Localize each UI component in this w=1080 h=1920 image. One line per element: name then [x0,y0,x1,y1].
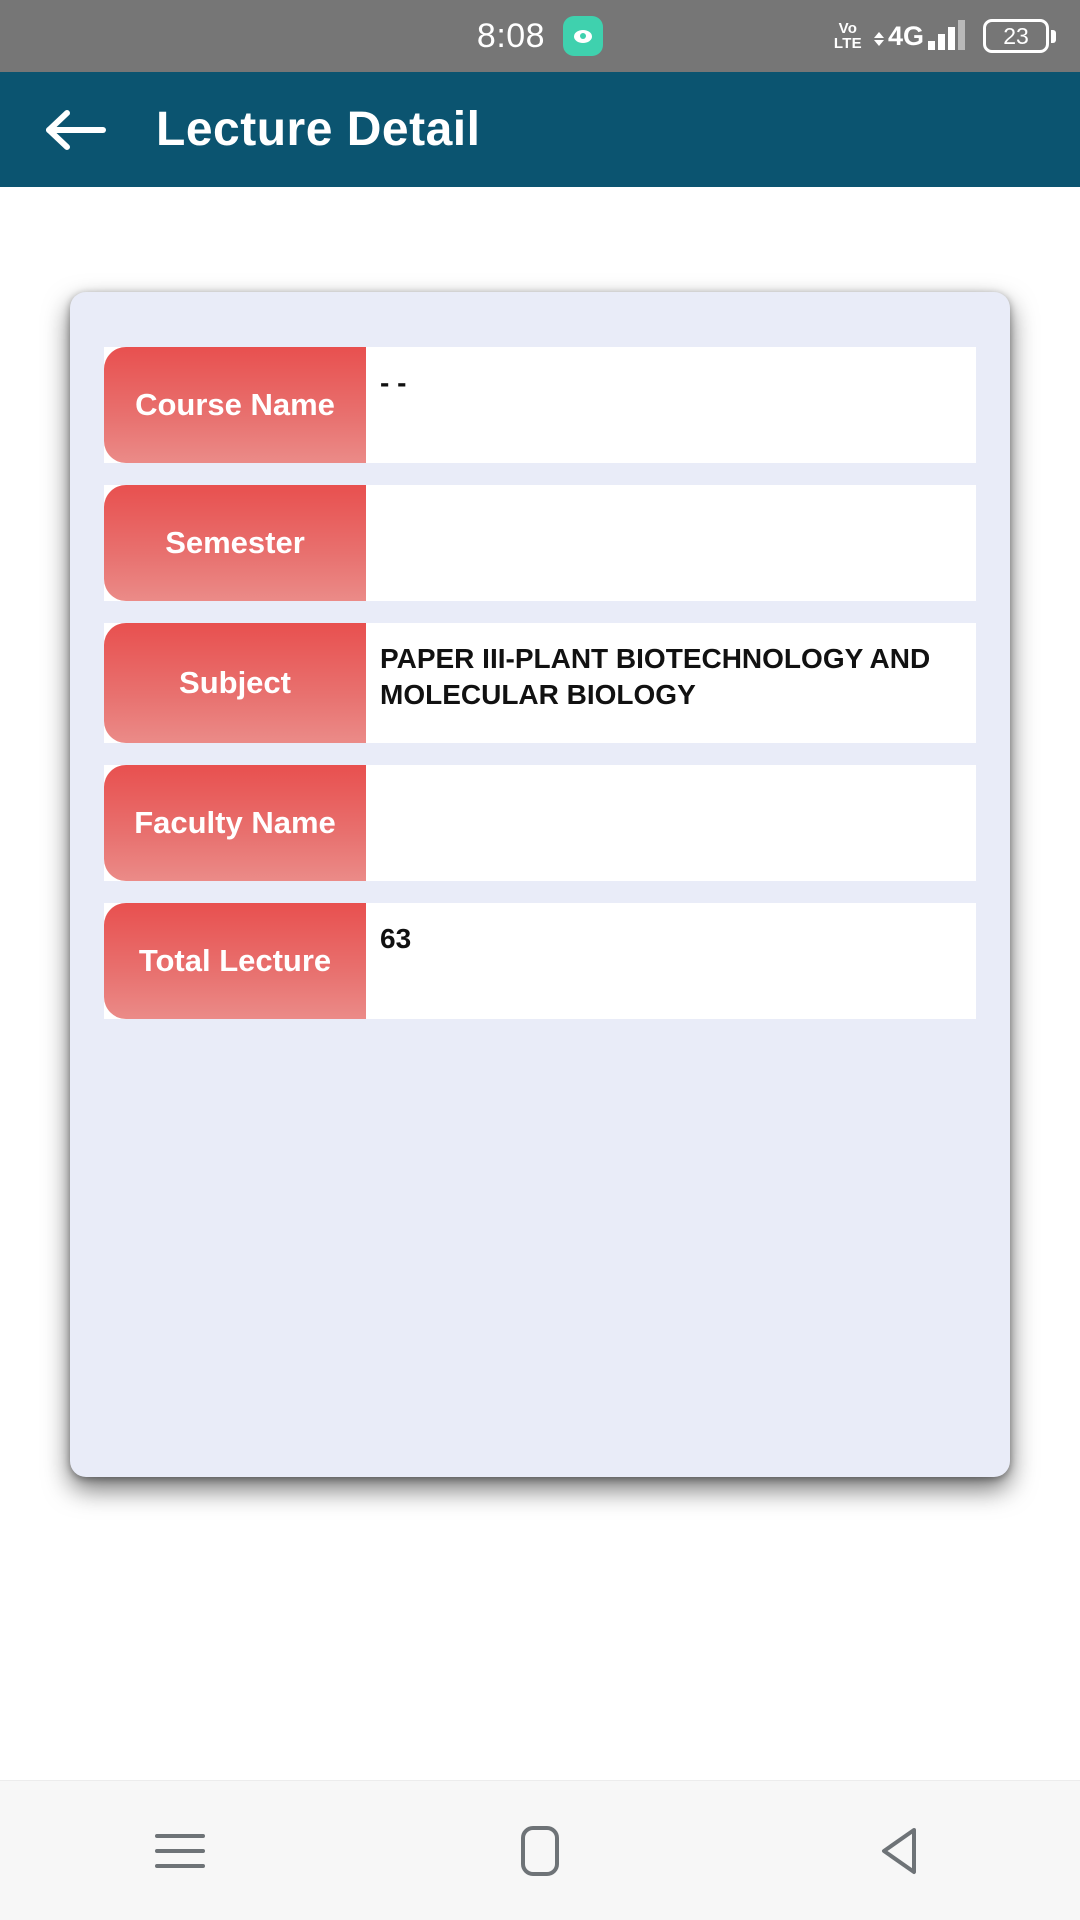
value-field-subject[interactable]: PAPER III-PLANT BIOTECHNOLOGY AND MOLECU… [366,623,976,743]
system-back-button[interactable] [825,1796,975,1906]
label-text: Semester [165,525,305,561]
status-bar-clock: 8:08 [476,16,546,55]
label-text: Faculty Name [134,805,336,841]
android-navigation-bar [0,1780,1080,1920]
battery-body: 23 [983,19,1049,53]
value-text: 63 [380,923,412,954]
data-transfer-arrows-icon [873,32,884,46]
page-title: Lecture Detail [156,103,481,156]
menu-recents-icon [155,1833,205,1868]
page-body: Course Name - - Semester Subject PAPER I… [0,187,1080,1780]
value-text: - - [380,367,407,398]
arrow-up-icon [873,32,884,38]
status-bar: 8:08 Vo LTE 4G 23 [0,0,1080,72]
detail-row-semester: Semester [104,485,976,601]
value-text: PAPER III-PLANT BIOTECHNOLOGY AND MOLECU… [380,643,931,710]
app-bar: Lecture Detail [0,72,1080,187]
detail-row-total-lecture: Total Lecture 63 [104,903,976,1019]
lecture-detail-card: Course Name - - Semester Subject PAPER I… [70,292,1010,1477]
volte-line-two: LTE [833,35,862,52]
label-text: Course Name [135,387,335,423]
detail-row-faculty-name: Faculty Name [104,765,976,881]
status-bar-right-group: Vo LTE 4G 23 [834,19,1056,53]
battery-tip [1051,29,1056,43]
detail-row-subject: Subject PAPER III-PLANT BIOTECHNOLOGY AN… [104,623,976,743]
label-chip-faculty-name: Faculty Name [104,765,366,881]
back-button[interactable] [26,80,126,180]
battery-icon: 23 [983,19,1056,53]
network-indicator: 4G [873,20,965,51]
home-button[interactable] [465,1796,615,1906]
home-square-icon [521,1825,559,1876]
camera-notification-icon [563,16,604,56]
value-field-faculty-name[interactable] [366,765,976,881]
label-chip-course-name: Course Name [104,347,366,463]
label-chip-total-lecture: Total Lecture [104,903,366,1019]
arrow-left-icon [46,109,106,150]
label-text: Subject [179,665,291,701]
value-field-course-name[interactable]: - - [366,347,976,463]
back-triangle-icon [882,1827,916,1874]
detail-row-course-name: Course Name - - [104,347,976,463]
label-chip-semester: Semester [104,485,366,601]
value-field-total-lecture[interactable]: 63 [366,903,976,1019]
label-chip-subject: Subject [104,623,366,743]
label-text: Total Lecture [138,943,332,979]
battery-level-label: 23 [1003,22,1029,49]
recents-button[interactable] [105,1796,255,1906]
value-field-semester[interactable] [366,485,976,601]
signal-bars-icon [928,20,965,50]
network-type-label: 4G [887,21,924,51]
volte-icon: Vo LTE [834,21,862,51]
arrow-down-icon [873,40,884,46]
volte-line-one: Vo [838,20,858,37]
